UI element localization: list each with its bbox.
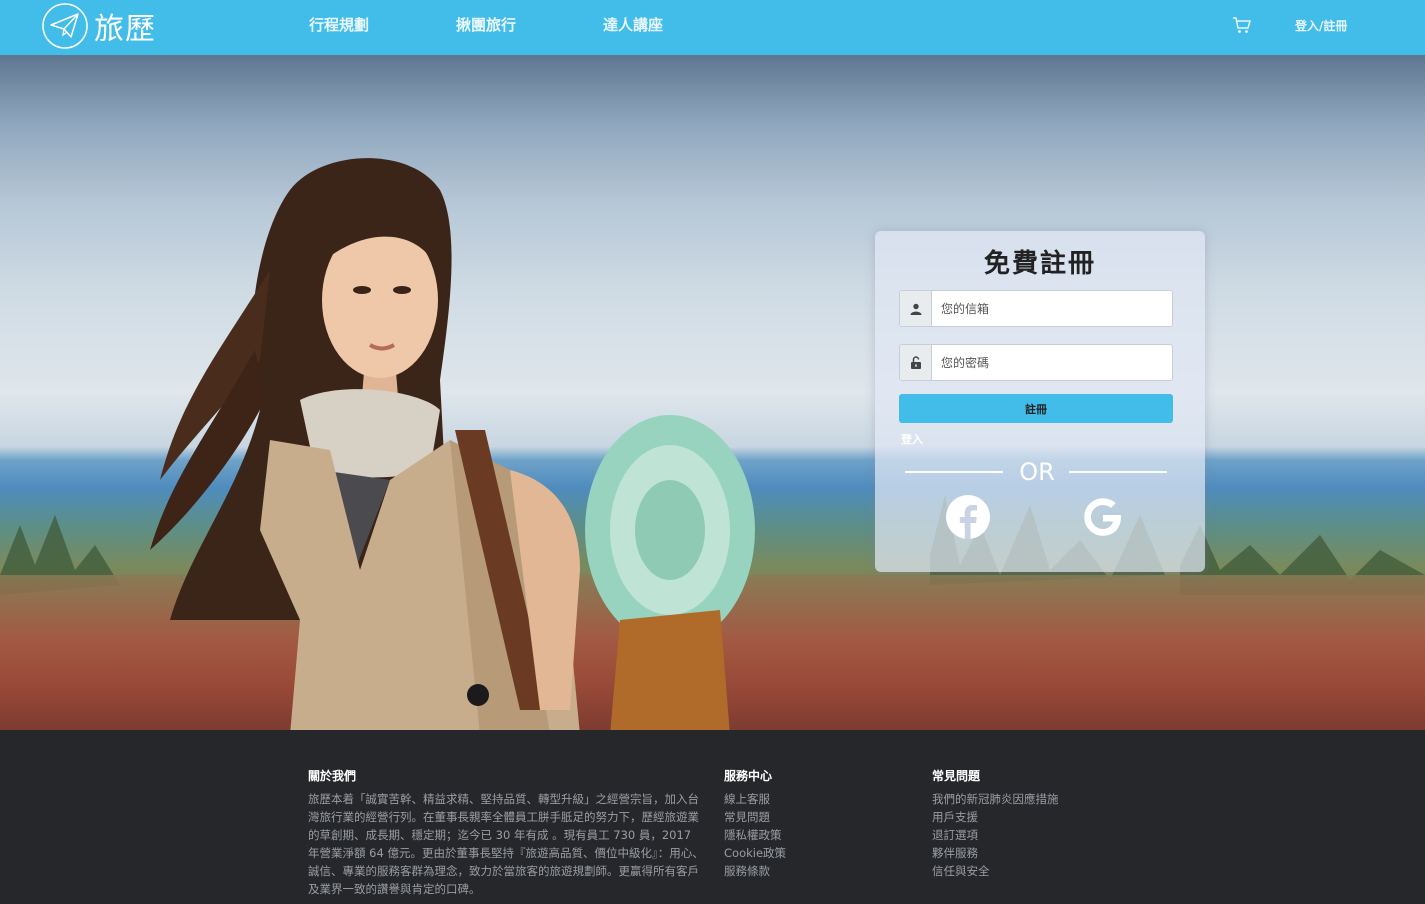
footer-about-text: 旅歷本着「誠實苦幹、精益求精、堅持品質、轉型升級」之經營宗旨，加入台灣旅行業的經… [308,792,704,896]
password-input[interactable] [932,345,1172,380]
main-nav: 行程規劃 揪團旅行 達人講座 [309,14,750,35]
register-title: 免費註冊 [983,249,1096,279]
or-label: OR [1019,458,1055,486]
google-login-icon[interactable] [1080,494,1126,540]
register-button[interactable]: 註冊 [899,394,1173,423]
footer-link-terms[interactable]: 服務條款 [724,862,786,880]
footer-link-online-support[interactable]: 線上客服 [724,790,786,808]
logo-text: 旅歷 [94,12,156,47]
register-card: 免費註冊 註冊 登入 OR [875,231,1205,572]
login-link[interactable]: 登入 [901,431,923,447]
footer-link-cancellation-options[interactable]: 退訂選項 [932,826,1059,844]
email-field-group [899,290,1173,327]
nav-item-group-travel[interactable]: 揪團旅行 [456,14,516,35]
footer-link-partner-services[interactable]: 夥伴服務 [932,844,1059,862]
nav-item-trip-planning[interactable]: 行程規劃 [309,14,369,35]
footer-link-trust-safety[interactable]: 信任與安全 [932,862,1059,880]
paper-plane-logo-icon [42,3,88,49]
footer-link-covid-measures[interactable]: 我們的新冠肺炎因應措施 [932,790,1059,808]
user-icon [900,291,932,326]
top-navbar: 旅歷 行程規劃 揪團旅行 達人講座 登入/註冊 [0,0,1425,55]
divider-line-left [905,471,1003,473]
hero-background-image: 免費註冊 註冊 登入 OR [0,55,1425,730]
traveler-woman-photo [150,158,755,730]
site-logo[interactable]: 旅歷 [40,1,156,51]
login-register-link[interactable]: 登入/註冊 [1295,17,1347,34]
site-footer: 關於我們 旅歷本着「誠實苦幹、精益求精、堅持品質、轉型升級」之經營宗旨，加入台灣… [0,730,1425,904]
footer-link-faq[interactable]: 常見問題 [724,808,786,826]
footer-link-privacy-policy[interactable]: 隱私權政策 [724,826,786,844]
footer-faq-section: 常見問題 我們的新冠肺炎因應措施 用戶支援 退訂選項 夥伴服務 信任與安全 [932,767,1059,880]
password-field-group [899,344,1173,381]
footer-link-user-support[interactable]: 用戶支援 [932,808,1059,826]
unlock-icon [900,345,932,380]
or-divider: OR [905,458,1167,486]
footer-about-section: 關於我們 旅歷本着「誠實苦幹、精益求精、堅持品質、轉型升級」之經營宗旨，加入台灣… [308,767,704,898]
facebook-login-icon[interactable] [945,494,991,540]
footer-service-section: 服務中心 線上客服 常見問題 隱私權政策 Cookie政策 服務條款 [724,767,786,880]
footer-faq-title: 常見問題 [932,769,981,783]
shopping-cart-icon[interactable] [1232,15,1252,35]
footer-link-cookie-policy[interactable]: Cookie政策 [724,844,786,862]
footer-about-title: 關於我們 [308,769,357,783]
nav-item-expert-talks[interactable]: 達人講座 [603,14,663,35]
footer-service-title: 服務中心 [724,769,773,783]
divider-line-right [1069,471,1167,473]
email-input[interactable] [932,291,1172,326]
